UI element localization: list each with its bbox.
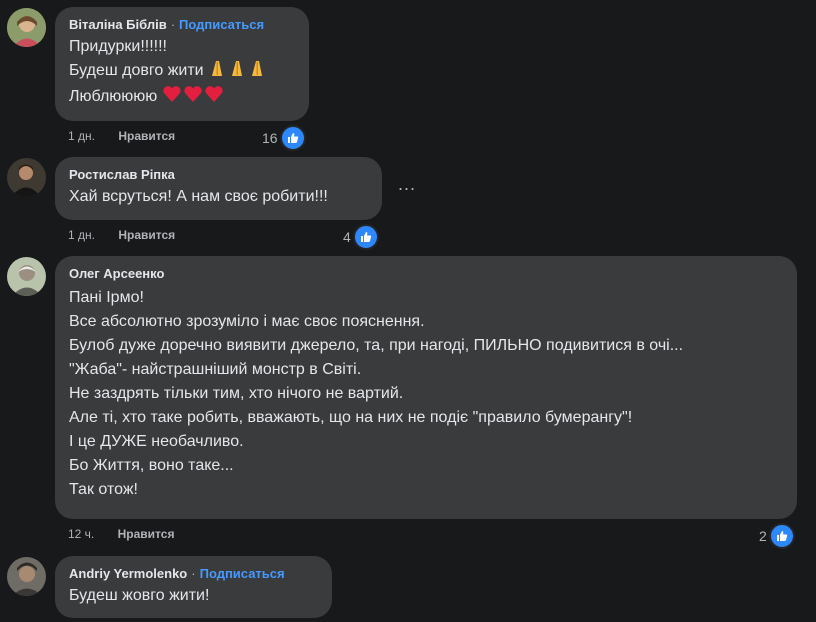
subscribe-link[interactable]: Подписаться [179,17,264,32]
reaction-summary[interactable]: 4 [343,224,379,250]
comment-text: Але ті, хто таке робить, вважають, що на… [69,409,633,426]
comment-time[interactable]: 1 дн. [68,129,95,143]
separator: · [191,566,196,581]
reaction-summary[interactable]: 16 [262,125,306,151]
like-button[interactable]: Нравится [118,527,175,541]
separator: · [170,17,176,32]
comment-text: Не заздрять тільки тим, хто нічого не ва… [69,385,404,402]
comment-meta: 12 ч. Нравится [68,527,174,541]
comment-text: Булоб дуже доречно виявити джерело, та, … [69,337,684,354]
subscribe-link[interactable]: Подписаться [200,566,285,581]
comment-bubble: Ростислав Ріпка Хай всруться! А нам своє… [55,157,382,220]
reaction-count: 4 [343,229,351,245]
reaction-summary[interactable]: 2 [759,523,795,549]
author-name[interactable]: Олег Арсеенко [69,266,783,282]
author-line: Andriy Yermolenko · Подписаться [69,566,318,582]
avatar[interactable] [7,257,46,296]
avatar[interactable] [7,557,46,596]
comment-text: Хай всруться! А нам своє робити!!! [69,188,328,205]
avatar[interactable] [7,8,46,47]
more-options-icon[interactable]: ... [398,174,416,195]
author-name[interactable]: Віталіна Біблів [69,17,167,32]
comment-text: Бо Життя, воно таке... [69,457,234,474]
author-name[interactable]: Andriy Yermolenko [69,566,187,581]
comment-time[interactable]: 12 ч. [68,527,94,541]
comment-meta: 1 дн. Нравится [68,129,175,143]
comment-text-row: Люблюююю [69,85,295,111]
comment-text: Так отож! [69,481,138,498]
comment-text: "Жаба"- найстрашніший монстр в Світі. [69,361,362,378]
comment-text: Придурки!!!!!! [69,38,167,55]
thumbs-up-icon [279,125,306,151]
comment-time[interactable]: 1 дн. [68,228,95,242]
comment-bubble: Віталіна Біблів · Подписаться Придурки!!!!… [55,7,309,121]
thumbs-up-icon [768,523,795,549]
comment-bubble: Олег Арсеенко Пані Ірмо! Все абсолютно з… [55,256,797,519]
comment-text: Все абсолютно зрозуміло і має своє поясн… [69,313,425,330]
comment-meta: 1 дн. Нравится [68,228,175,242]
thumbs-up-icon [352,224,379,250]
reaction-count: 16 [262,130,278,146]
comment-text: Будеш жовго жити! [69,587,210,604]
folded-hands-emoji [208,59,268,85]
like-button[interactable]: Нравится [118,129,175,143]
reaction-count: 2 [759,528,767,544]
red-heart-emoji [162,85,226,111]
comment-text: І це ДУЖЕ необачливо. [69,433,244,450]
like-button[interactable]: Нравится [118,228,175,242]
comment-bubble: Andriy Yermolenko · Подписаться Будеш жовг… [55,556,332,618]
comment-text-row: Будеш довго жити [69,59,295,85]
author-name[interactable]: Ростислав Ріпка [69,167,368,183]
author-line: Віталіна Біблів · Подписаться [69,17,295,33]
avatar[interactable] [7,158,46,197]
comment-text: Люблюююю [69,88,158,105]
comment-text: Пані Ірмо! [69,289,144,306]
comment-text: Будеш довго жити [69,62,204,79]
